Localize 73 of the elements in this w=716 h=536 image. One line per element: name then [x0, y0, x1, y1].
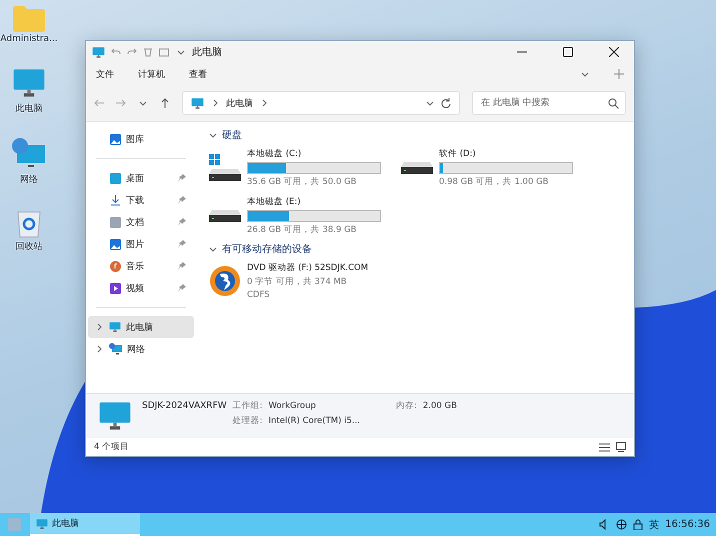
picture-icon — [110, 238, 121, 250]
document-icon — [110, 216, 121, 228]
search-box[interactable]: 在 此电脑 中搜索 — [472, 91, 626, 115]
drive-name: 本地磁盘 (C:) — [247, 148, 302, 160]
drive-space: 35.6 GB 可用，共 50.0 GB — [247, 176, 358, 188]
desktop-icon — [110, 172, 121, 184]
sidebar-item[interactable]: 图库 — [88, 128, 194, 150]
folder-icon — [12, 6, 45, 32]
clock[interactable]: 16:56:36 — [665, 519, 710, 530]
search-input[interactable]: 在 此电脑 中搜索 — [479, 97, 608, 109]
detail-label: 内存: — [396, 400, 417, 412]
maximize-icon — [563, 47, 573, 57]
system-drive-icon — [208, 153, 242, 183]
desktop-icon-label: 网络 — [20, 174, 38, 186]
network-icon — [109, 343, 122, 355]
close-icon — [609, 47, 619, 57]
sidebar-item[interactable]: 音乐 — [88, 255, 194, 277]
download-icon — [110, 194, 121, 206]
menu-item[interactable]: 计算机 — [138, 68, 165, 80]
refresh-icon[interactable] — [441, 98, 451, 108]
tile-view-icon[interactable] — [616, 442, 626, 452]
group-header[interactable]: 硬盘 — [208, 126, 622, 144]
drive-space: 0.98 GB 可用，共 1.00 GB — [439, 176, 550, 188]
breadcrumb[interactable]: 此电脑 — [226, 96, 253, 110]
drive-name: DVD 驱动器 (F:) 52SDJK.COM — [247, 262, 368, 274]
drive-icon — [208, 208, 242, 224]
up-arrow-icon[interactable] — [160, 98, 170, 108]
list-view-icon[interactable] — [599, 442, 610, 452]
menu-item[interactable]: 查看 — [189, 68, 207, 80]
desktop-icon-label: Administra... — [0, 34, 58, 44]
detail-label: 处理器: — [232, 415, 263, 427]
globe-icon[interactable] — [616, 519, 628, 530]
detail-value: Intel(R) Core(TM) i5... — [268, 416, 360, 426]
drive-name: 软件 (D:) — [439, 148, 477, 160]
search-icon — [608, 98, 619, 108]
sidebar-item[interactable]: 文档 — [88, 211, 194, 233]
file-system: CDFS — [247, 290, 271, 300]
music-icon — [110, 260, 121, 272]
sidebar-item[interactable]: 图片 — [88, 233, 194, 255]
item-count: 4 个项目 — [94, 441, 130, 453]
swirl-logo-icon — [208, 264, 242, 298]
sidebar-item[interactable]: 视频 — [88, 277, 194, 299]
monitor-icon — [191, 96, 204, 110]
drive-space: 0 字节 可用，共 374 MB — [247, 276, 348, 288]
desktop-icon-label: 回收站 — [16, 240, 42, 253]
detail-value: WorkGroup — [268, 401, 317, 411]
video-icon — [110, 282, 121, 294]
monitor-icon — [109, 321, 121, 333]
address-bar[interactable]: 此电脑 — [182, 91, 460, 115]
undo-icon — [111, 47, 121, 57]
taskbar-app[interactable]: 此电脑 — [30, 513, 140, 536]
sidebar-item[interactable]: 此电脑 — [88, 316, 194, 338]
redo-icon — [127, 47, 137, 57]
monitor-icon — [36, 518, 48, 530]
group-header[interactable]: 有可移动存储的设备 — [208, 240, 622, 258]
trash-icon — [143, 47, 153, 57]
detail-label: 工作组: — [232, 400, 263, 412]
detail-value: 2.00 GB — [422, 401, 457, 411]
picture-icon — [110, 134, 121, 144]
menu-item[interactable]: 文件 — [96, 68, 114, 80]
sidebar-item[interactable]: 下载 — [88, 189, 194, 211]
plus-icon — [614, 69, 624, 79]
sidebar-item[interactable]: 网络 — [88, 338, 194, 360]
sidebar-item[interactable]: 桌面 — [88, 167, 194, 189]
drive-icon — [400, 160, 434, 176]
computer-name: SDJK-2024VAXRFW — [142, 401, 227, 411]
drive-space: 26.8 GB 可用，共 38.9 GB — [247, 224, 358, 236]
drive-name: 本地磁盘 (E:) — [247, 196, 302, 208]
window-title: 此电脑 — [192, 46, 222, 59]
monitor-icon — [92, 46, 105, 58]
input-method[interactable]: 英 — [649, 518, 660, 532]
lock-icon[interactable] — [633, 519, 644, 530]
desktop-icon-label: 此电脑 — [16, 102, 42, 115]
